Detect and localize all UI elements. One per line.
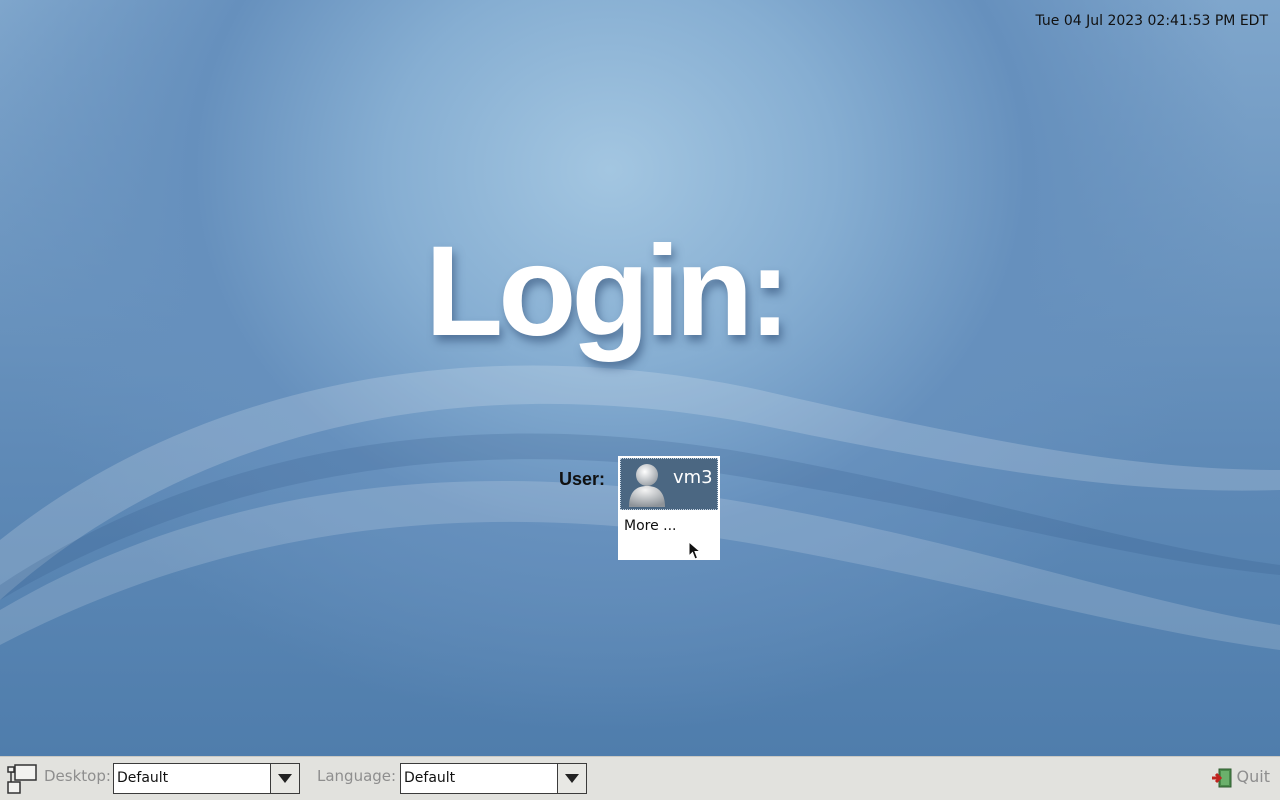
desktop-select[interactable]: Default (113, 763, 300, 794)
wave-decoration (0, 365, 1280, 650)
quit-label: Quit (1236, 767, 1270, 786)
user-avatar-icon (625, 461, 669, 507)
user-name: vm3 (673, 467, 713, 488)
user-entry-vm3[interactable]: vm3 (620, 458, 718, 510)
more-users-option[interactable]: More ... (624, 516, 714, 537)
clock: Tue 04 Jul 2023 02:41:53 PM EDT (1035, 13, 1268, 29)
chevron-down-icon (565, 774, 579, 783)
chevron-down-icon (278, 774, 292, 783)
language-select-value: Default (404, 770, 456, 786)
exit-icon (1211, 768, 1232, 788)
user-list[interactable]: vm3 More ... (618, 456, 720, 560)
language-select[interactable]: Default (400, 763, 587, 794)
language-dropdown-button[interactable] (557, 764, 586, 793)
login-heading: Login: (425, 220, 791, 363)
taskbar: Desktop: Default Language: Default Quit (0, 756, 1280, 800)
desktop-dropdown-button[interactable] (270, 764, 299, 793)
login-background (0, 0, 1280, 756)
language-label: Language: (317, 767, 397, 785)
mouse-cursor-icon (688, 541, 702, 560)
user-label: User: (559, 469, 606, 489)
desktop-select-value: Default (117, 770, 169, 786)
desktop-label: Desktop: (44, 767, 111, 785)
quit-button[interactable]: Quit (1211, 767, 1270, 789)
session-menu-icon[interactable] (6, 763, 38, 799)
